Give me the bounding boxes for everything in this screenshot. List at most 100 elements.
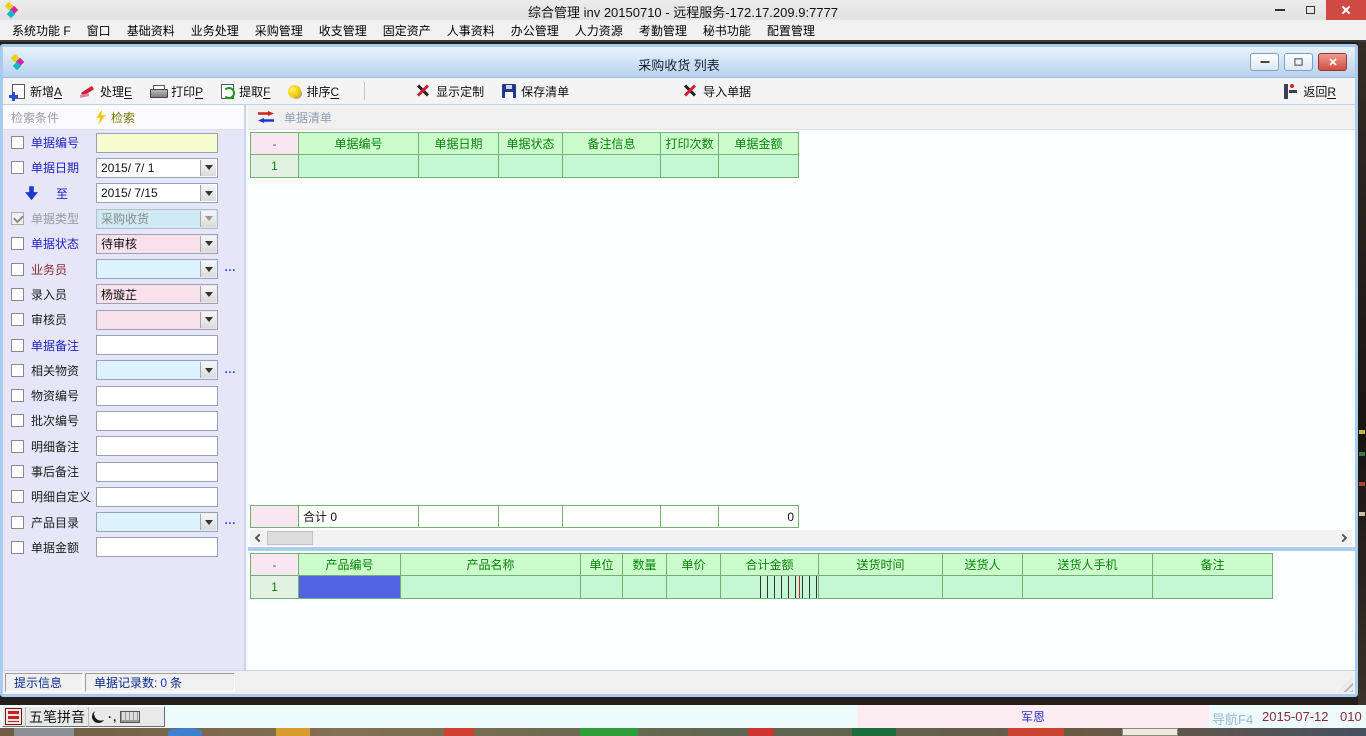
column-header-合计金额[interactable]: 合计金额 (721, 554, 819, 576)
search-input-1[interactable] (96, 133, 218, 153)
search-input-15[interactable] (96, 487, 218, 507)
minimize-button[interactable] (1264, 0, 1295, 20)
search-combo-6[interactable] (96, 259, 218, 279)
menu-item-10[interactable]: 人力资源 (567, 19, 631, 42)
column-header-送货人手机[interactable]: 送货人手机 (1023, 554, 1153, 576)
cell-备注[interactable] (1153, 576, 1273, 599)
child-close-button[interactable] (1318, 53, 1347, 71)
dropdown-arrow-icon[interactable] (200, 236, 216, 252)
search-input-11[interactable] (96, 386, 218, 406)
cell-产品编号[interactable] (299, 576, 401, 599)
search-combo-7[interactable]: 杨璇芷 (96, 284, 218, 304)
cell-打印次数[interactable] (661, 155, 719, 178)
menu-item-4[interactable]: 业务处理 (183, 19, 247, 42)
child-restore-button[interactable] (1284, 53, 1313, 71)
toolbar-button-新增A[interactable]: 新增A (3, 79, 71, 103)
search-checkbox-16[interactable] (11, 516, 24, 529)
more-options-button[interactable]: … (224, 362, 237, 376)
cell-备注信息[interactable] (563, 155, 661, 178)
maximize-button[interactable] (1295, 0, 1326, 20)
search-combo-3[interactable]: 2015/ 7/15 (96, 183, 218, 203)
column-header-产品编号[interactable]: 产品编号 (299, 554, 401, 576)
close-button[interactable] (1326, 0, 1366, 20)
toolbar-button-显示定制[interactable]: 显示定制 (407, 79, 493, 103)
column-header-备注信息[interactable]: 备注信息 (563, 133, 661, 155)
column-header-rownum[interactable]: - (251, 554, 299, 576)
toolbar-button-保存清单[interactable]: 保存清单 (493, 79, 578, 103)
search-checkbox-5[interactable] (11, 237, 24, 250)
search-input-9[interactable] (96, 335, 218, 355)
menu-item-7[interactable]: 固定资产 (375, 19, 439, 42)
search-checkbox-14[interactable] (11, 465, 24, 478)
cell-单据状态[interactable] (499, 155, 563, 178)
column-header-单价[interactable]: 单价 (667, 554, 721, 576)
column-header-打印次数[interactable]: 打印次数 (661, 133, 719, 155)
column-header-备注[interactable]: 备注 (1153, 554, 1273, 576)
ime-toolbar[interactable]: 五笔拼音 ·, (2, 706, 165, 727)
row-number-cell[interactable]: 1 (251, 576, 299, 599)
ime-mode-label[interactable]: 五笔拼音 (25, 707, 89, 727)
ime-seal-icon[interactable] (5, 708, 22, 725)
column-header-单位[interactable]: 单位 (581, 554, 623, 576)
menu-item-2[interactable]: 窗口 (79, 19, 119, 42)
row-number-cell[interactable]: 1 (251, 155, 299, 178)
column-header-单据日期[interactable]: 单据日期 (419, 133, 499, 155)
cell-单据金额[interactable] (719, 155, 799, 178)
search-combo-2[interactable]: 2015/ 7/ 1 (96, 158, 218, 178)
search-checkbox-11[interactable] (11, 389, 24, 402)
cell-单据日期[interactable] (419, 155, 499, 178)
search-combo-16[interactable] (96, 512, 218, 532)
menu-item-9[interactable]: 办公管理 (503, 19, 567, 42)
cell-合计金额[interactable] (721, 576, 819, 599)
column-header-单据编号[interactable]: 单据编号 (299, 133, 419, 155)
search-checkbox-7[interactable] (11, 288, 24, 301)
menu-item-11[interactable]: 考勤管理 (631, 19, 695, 42)
ime-punctuation-icon[interactable]: ·, (108, 710, 117, 724)
cell-送货人[interactable] (943, 576, 1023, 599)
cell-单据编号[interactable] (299, 155, 419, 178)
menu-item-12[interactable]: 秘书功能 (695, 19, 759, 42)
column-header-送货人[interactable]: 送货人 (943, 554, 1023, 576)
search-input-14[interactable] (96, 462, 218, 482)
more-options-button[interactable]: … (224, 513, 237, 527)
column-header-产品名称[interactable]: 产品名称 (401, 554, 581, 576)
cell-送货人手机[interactable] (1023, 576, 1153, 599)
search-button[interactable]: 检索 (95, 109, 135, 126)
search-checkbox-17[interactable] (11, 541, 24, 554)
search-checkbox-9[interactable] (11, 339, 24, 352)
toolbar-button-处理E[interactable]: 处理E (71, 79, 141, 103)
search-input-17[interactable] (96, 537, 218, 557)
menu-item-6[interactable]: 收支管理 (311, 19, 375, 42)
dropdown-arrow-icon[interactable] (200, 185, 216, 201)
search-combo-5[interactable]: 待审核 (96, 234, 218, 254)
column-header-单据金额[interactable]: 单据金额 (719, 133, 799, 155)
search-checkbox-8[interactable] (11, 313, 24, 326)
resize-grip[interactable] (1339, 678, 1353, 692)
dropdown-arrow-icon[interactable] (200, 286, 216, 302)
search-checkbox-13[interactable] (11, 440, 24, 453)
search-checkbox-6[interactable] (11, 263, 24, 276)
search-combo-10[interactable] (96, 360, 218, 380)
dropdown-arrow-icon[interactable] (200, 261, 216, 277)
ime-fullhalf-moon-icon[interactable] (92, 710, 105, 723)
menu-item-1[interactable]: 系统功能 F (4, 19, 79, 42)
ime-keyboard-icon[interactable] (120, 711, 140, 723)
horizontal-scrollbar[interactable] (250, 530, 1352, 546)
cell-单价[interactable] (667, 576, 721, 599)
dropdown-arrow-icon[interactable] (200, 211, 216, 227)
search-checkbox-12[interactable] (11, 414, 24, 427)
menu-item-8[interactable]: 人事资料 (439, 19, 503, 42)
dropdown-arrow-icon[interactable] (200, 514, 216, 530)
dropdown-arrow-icon[interactable] (200, 362, 216, 378)
search-combo-8[interactable] (96, 310, 218, 330)
column-header-送货时间[interactable]: 送货时间 (819, 554, 943, 576)
scroll-left-button[interactable] (250, 530, 266, 546)
toolbar-button-返回R[interactable]: 返回R (1275, 79, 1345, 103)
column-header-单据状态[interactable]: 单据状态 (499, 133, 563, 155)
search-checkbox-10[interactable] (11, 364, 24, 377)
search-checkbox-4[interactable] (11, 212, 24, 225)
more-options-button[interactable]: … (224, 260, 237, 274)
search-checkbox-15[interactable] (11, 490, 24, 503)
menu-item-3[interactable]: 基础资料 (119, 19, 183, 42)
cell-数量[interactable] (623, 576, 667, 599)
